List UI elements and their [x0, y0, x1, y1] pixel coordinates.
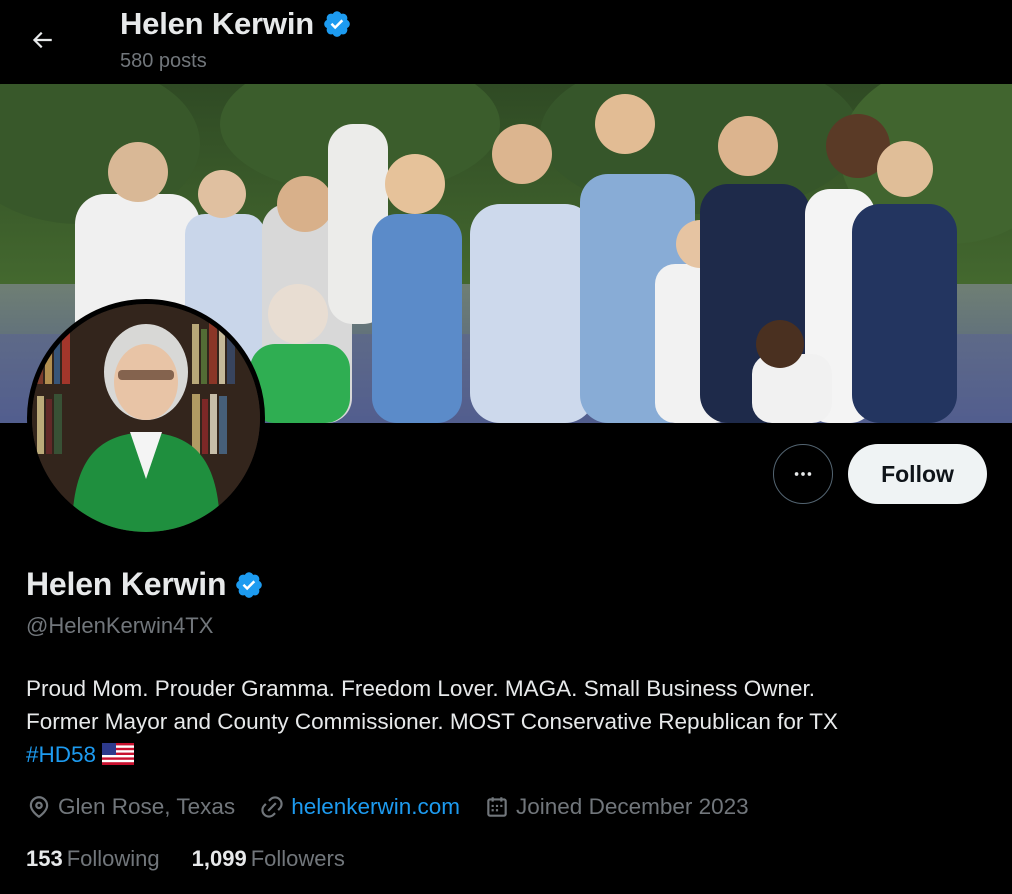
- profile-meta: Glen Rose, Texas helenkerwin.com Joined …: [26, 794, 773, 820]
- joined-text: Joined December 2023: [516, 794, 749, 819]
- display-name-text: Helen Kerwin: [26, 566, 227, 602]
- website-item[interactable]: helenkerwin.com: [259, 794, 460, 820]
- followers-link[interactable]: 1,099 Followers: [192, 846, 345, 872]
- verified-badge-icon: [324, 11, 350, 37]
- website-link[interactable]: helenkerwin.com: [291, 794, 460, 820]
- profile-avatar[interactable]: [27, 299, 265, 537]
- bio-line-2: Former Mayor and County Commissioner. MO…: [26, 709, 838, 734]
- top-bar: Helen Kerwin 580 posts: [0, 0, 1012, 84]
- following-label: Following: [66, 846, 160, 871]
- following-link[interactable]: 153 Following: [26, 846, 160, 872]
- following-count: 153: [26, 846, 63, 871]
- hashtag-link[interactable]: #HD58: [26, 742, 96, 767]
- link-icon: [261, 796, 283, 818]
- followers-count: 1,099: [191, 846, 247, 871]
- verified-badge-icon[interactable]: [234, 570, 264, 600]
- back-button[interactable]: [22, 20, 62, 60]
- profile-bio: Proud Mom. Prouder Gramma. Freedom Lover…: [26, 672, 986, 771]
- location-item: Glen Rose, Texas: [26, 794, 235, 820]
- location-text: Glen Rose, Texas: [58, 794, 236, 819]
- bio-line-3: #HD58: [26, 738, 986, 771]
- profile-stats: 153 Following 1,099 Followers: [26, 846, 377, 872]
- profile-handle: @HelenKerwin4TX: [26, 613, 214, 638]
- calendar-icon: [487, 797, 507, 817]
- profile-display-name: Helen Kerwin: [26, 566, 264, 603]
- location-pin-icon: [29, 796, 49, 819]
- arrow-left-icon: [32, 31, 52, 49]
- more-horizontal-icon: [794, 472, 812, 476]
- us-flag-icon: [102, 743, 135, 765]
- followers-label: Followers: [250, 846, 345, 871]
- more-options-button[interactable]: [773, 444, 833, 504]
- follow-button[interactable]: Follow: [848, 444, 987, 504]
- posts-count: 580 posts: [120, 50, 207, 72]
- bio-line-1: Proud Mom. Prouder Gramma. Freedom Lover…: [26, 676, 816, 701]
- header-title: Helen Kerwin: [120, 6, 352, 42]
- joined-item: Joined December 2023: [484, 794, 749, 820]
- header-name: Helen Kerwin: [120, 6, 314, 41]
